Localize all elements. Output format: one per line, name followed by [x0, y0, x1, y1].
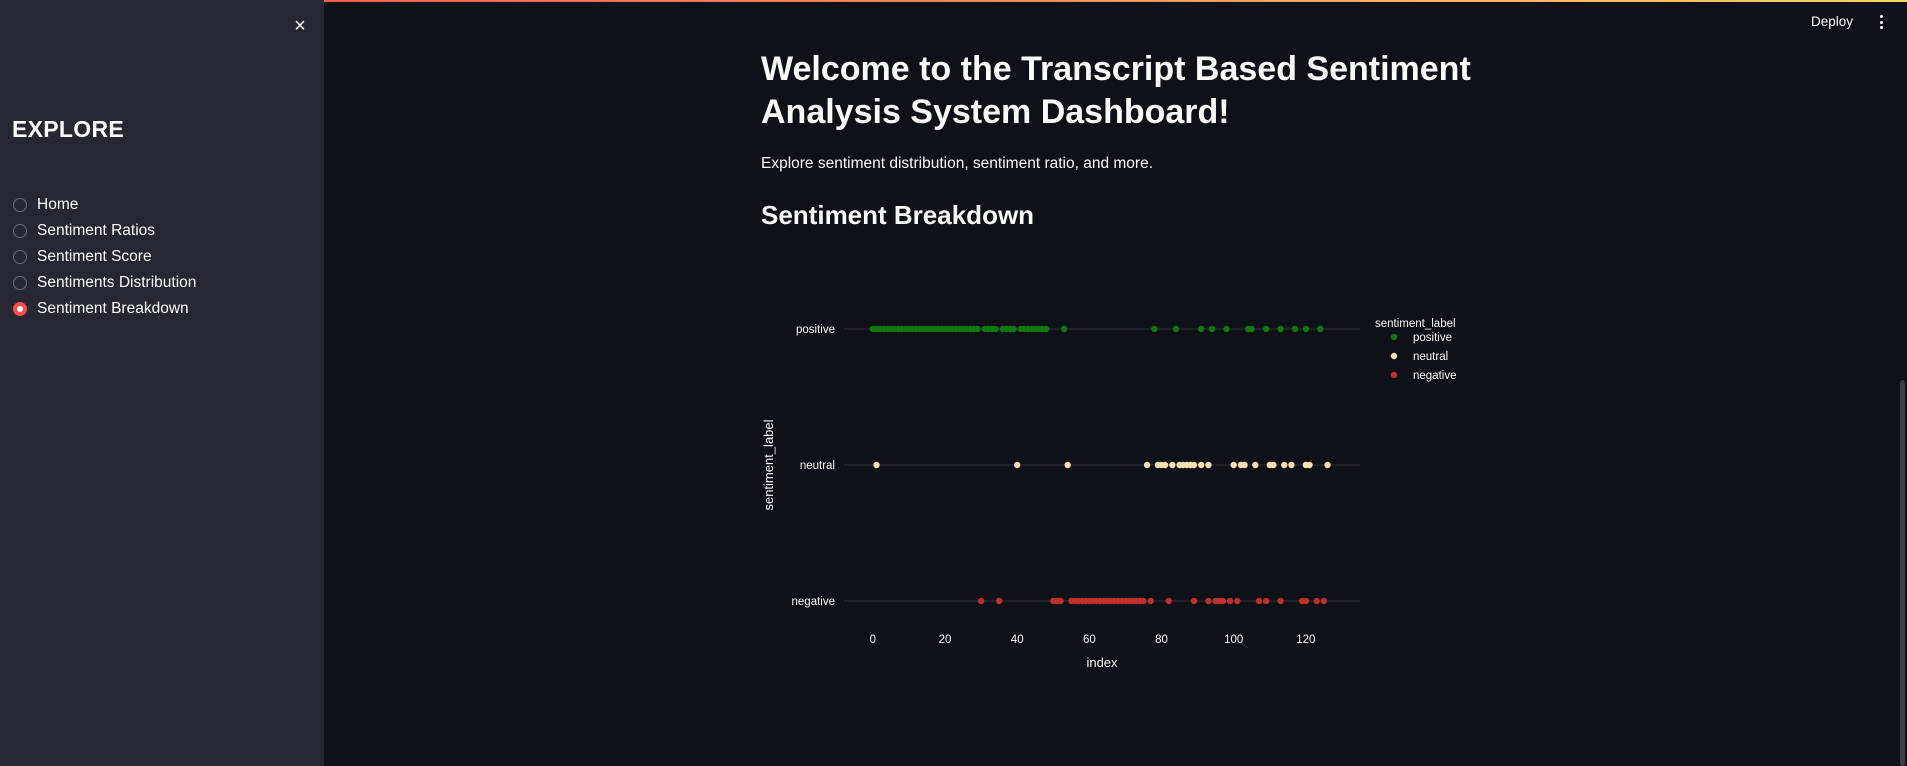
data-point-negative	[1226, 597, 1234, 605]
radio-icon[interactable]	[13, 276, 27, 290]
nav-item-sentiment-breakdown[interactable]: Sentiment Breakdown	[13, 296, 196, 322]
data-point-positive	[1248, 325, 1255, 333]
nav-item-label: Sentiment Breakdown	[37, 300, 189, 317]
kebab-menu-icon[interactable]	[1876, 13, 1886, 31]
data-point-neutral	[1288, 461, 1295, 469]
x-tick-label: 100	[1224, 634, 1243, 646]
legend-label-neutral: neutral	[1413, 351, 1448, 363]
data-point-neutral	[1230, 461, 1237, 469]
data-point-negative	[1219, 597, 1227, 605]
radio-checked-icon[interactable]	[13, 302, 27, 316]
data-point-positive	[992, 325, 999, 333]
legend-marker-negative	[1390, 371, 1398, 379]
x-tick-label: 80	[1155, 634, 1168, 646]
x-axis-title: index	[1086, 655, 1118, 670]
data-point-positive	[1302, 325, 1310, 333]
data-point-negative	[1140, 597, 1147, 605]
nav-item-label: Sentiment Score	[37, 248, 152, 265]
data-point-negative	[1057, 597, 1064, 605]
nav-item-home[interactable]: Home	[13, 192, 196, 218]
data-point-positive	[1277, 325, 1284, 333]
radio-icon[interactable]	[13, 224, 27, 238]
legend-label-positive: positive	[1413, 332, 1452, 344]
data-point-positive	[1291, 325, 1299, 333]
data-point-neutral	[1161, 461, 1169, 469]
section-title: Sentiment Breakdown	[761, 200, 1035, 230]
data-point-neutral	[1169, 461, 1176, 469]
data-point-negative	[1205, 597, 1212, 605]
data-point-positive	[1262, 325, 1270, 333]
data-point-positive	[1317, 325, 1324, 333]
x-tick-label: 120	[1296, 634, 1315, 646]
data-point-negative	[1262, 597, 1270, 605]
sidebar-title: EXPLORE	[12, 116, 125, 142]
scatter-plot: positive neutral negative 0 20 40 60 80 100 120 in…	[761, 318, 1456, 670]
data-point-negative	[1165, 597, 1172, 605]
x-tick-label: 60	[1083, 634, 1096, 646]
legend-marker-positive	[1390, 333, 1398, 341]
data-point-neutral	[1270, 461, 1277, 469]
nav-item-label: Sentiment Ratios	[37, 222, 156, 239]
radio-icon[interactable]	[13, 198, 27, 212]
x-tick-label: 40	[1011, 634, 1024, 646]
nav-item-label: Sentiments Distribution	[37, 274, 197, 291]
y-tick-label: negative	[792, 596, 835, 608]
data-point-positive	[1223, 325, 1230, 333]
legend-label-negative: negative	[1413, 370, 1456, 382]
data-point-positive	[1172, 325, 1180, 333]
legend-title: sentiment_label	[1375, 318, 1456, 330]
data-point-neutral	[1143, 461, 1151, 469]
x-tick-label: 0	[870, 634, 876, 646]
nav-item-sentiments-distribution[interactable]: Sentiments Distribution	[13, 270, 196, 296]
data-point-positive	[1060, 325, 1068, 333]
y-axis-title: sentiment_label	[761, 419, 776, 510]
legend-marker-neutral	[1390, 352, 1398, 360]
data-point-neutral	[1252, 461, 1259, 469]
data-point-neutral	[1306, 461, 1313, 469]
radio-icon[interactable]	[13, 250, 27, 264]
y-tick-label: neutral	[800, 460, 835, 472]
data-point-negative	[977, 597, 985, 605]
data-point-neutral	[1014, 461, 1021, 469]
data-point-positive	[1208, 325, 1216, 333]
sidebar: × EXPLORE Home Sentiment Ratios Sentimen…	[0, 0, 324, 766]
data-point-neutral	[1281, 461, 1288, 469]
data-point-negative	[1234, 597, 1241, 605]
y-tick-label: positive	[796, 324, 835, 336]
data-point-positive	[1151, 325, 1158, 333]
nav-radio-group: Home Sentiment Ratios Sentiment Score Se…	[13, 192, 196, 322]
data-point-positive	[1198, 325, 1205, 333]
data-point-neutral	[1241, 461, 1248, 469]
page-subtitle: Explore sentiment distribution, sentimen…	[761, 155, 1153, 172]
data-point-neutral	[1205, 461, 1212, 469]
data-point-negative	[1147, 597, 1154, 605]
nav-item-sentiment-score[interactable]: Sentiment Score	[13, 244, 196, 270]
data-point-negative	[1277, 597, 1284, 605]
nav-item-label: Home	[37, 196, 79, 213]
close-sidebar-icon[interactable]: ×	[290, 16, 310, 36]
nav-item-sentiment-ratios[interactable]: Sentiment Ratios	[13, 218, 196, 244]
data-point-neutral	[1198, 461, 1205, 469]
data-point-positive	[1010, 325, 1017, 333]
data-point-negative	[1302, 597, 1310, 605]
data-point-neutral	[1324, 461, 1331, 469]
data-point-positive	[974, 325, 981, 333]
data-point-negative	[1255, 597, 1263, 605]
deploy-button[interactable]: Deploy	[1811, 14, 1853, 29]
data-point-negative	[1313, 597, 1320, 605]
x-tick-label: 20	[939, 634, 952, 646]
data-point-neutral	[1190, 461, 1198, 469]
data-point-negative	[1320, 597, 1328, 605]
data-point-neutral	[873, 461, 880, 469]
data-point-positive	[1042, 325, 1050, 333]
data-point-negative	[1190, 597, 1198, 605]
page-title: Welcome to the Transcript Based Sentimen…	[761, 50, 1471, 131]
data-point-negative	[995, 597, 1003, 605]
sentiment-breakdown-chart: positive neutral negative 0 20 40 60 80 100 120 in…	[758, 300, 1478, 685]
data-point-neutral	[1064, 461, 1071, 469]
scrollbar[interactable]	[1900, 380, 1905, 766]
